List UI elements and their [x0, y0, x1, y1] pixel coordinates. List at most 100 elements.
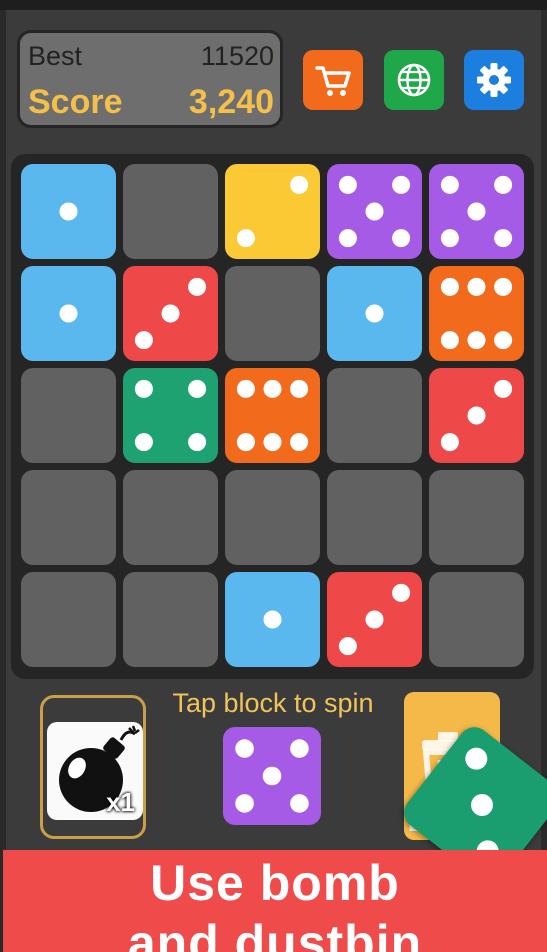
score-panel: Best 11520 Score 3,240 — [17, 30, 283, 128]
die-pip — [59, 304, 78, 323]
empty-cell[interactable] — [21, 368, 116, 463]
die-pip — [365, 304, 384, 323]
die-pip — [467, 277, 486, 296]
die-cell[interactable] — [21, 164, 116, 259]
settings-button[interactable] — [464, 50, 524, 110]
empty-cell[interactable] — [225, 470, 320, 565]
language-button[interactable] — [384, 50, 444, 110]
status-strip — [0, 0, 547, 10]
die-face — [327, 164, 422, 259]
die-pip — [290, 794, 309, 813]
die-pip — [134, 331, 153, 350]
die-face — [327, 266, 422, 361]
die-pip — [494, 331, 513, 350]
die-face — [123, 266, 218, 361]
next-die[interactable] — [223, 727, 321, 825]
empty-cell[interactable] — [123, 470, 218, 565]
die-pip — [290, 739, 309, 758]
die-cell[interactable] — [327, 266, 422, 361]
die-pip — [338, 637, 357, 656]
die-cell[interactable] — [429, 368, 524, 463]
die-pip — [440, 229, 459, 248]
die-pip — [263, 610, 282, 629]
die-pip — [392, 175, 411, 194]
gear-icon — [477, 63, 511, 97]
die-face — [123, 368, 218, 463]
score-value: 3,240 — [188, 83, 274, 121]
score-label: Score — [28, 83, 123, 121]
empty-cell[interactable] — [123, 164, 218, 259]
die-face — [21, 266, 116, 361]
empty-cell[interactable] — [21, 572, 116, 667]
best-label: Best — [28, 41, 83, 71]
empty-cell[interactable] — [123, 572, 218, 667]
die-pip — [494, 277, 513, 296]
promo-banner: Use bomb and dustbin — [3, 850, 547, 952]
die-pip — [440, 277, 459, 296]
die-cell[interactable] — [225, 572, 320, 667]
empty-cell[interactable] — [327, 470, 422, 565]
die-pip — [392, 229, 411, 248]
die-pip — [494, 175, 513, 194]
bomb-powerup[interactable]: x1 — [40, 695, 146, 839]
die-pip — [365, 610, 384, 629]
game-board — [11, 154, 534, 679]
die-pip — [59, 202, 78, 221]
banner-line-2: and dustbin — [127, 915, 423, 952]
die-cell[interactable] — [327, 164, 422, 259]
die-pip — [290, 379, 309, 398]
die-pip — [494, 229, 513, 248]
die-pip — [467, 202, 486, 221]
die-pip — [290, 175, 309, 194]
die-cell[interactable] — [225, 368, 320, 463]
globe-icon — [397, 63, 431, 97]
die-cell[interactable] — [327, 572, 422, 667]
die-cell[interactable] — [429, 164, 524, 259]
die-pip — [188, 433, 207, 452]
empty-cell[interactable] — [21, 470, 116, 565]
die-cell[interactable] — [123, 266, 218, 361]
die-body — [123, 368, 218, 463]
die-pip — [467, 406, 486, 425]
die-face — [327, 572, 422, 667]
die-face — [429, 164, 524, 259]
die-pip — [134, 379, 153, 398]
die-pip — [235, 794, 254, 813]
die-pip — [263, 433, 282, 452]
floating-die-pip — [460, 743, 492, 775]
die-face — [225, 164, 320, 259]
left-edge — [0, 10, 6, 952]
die-pip — [236, 379, 255, 398]
die-pip — [365, 202, 384, 221]
die-pip — [188, 379, 207, 398]
die-face — [21, 164, 116, 259]
die-pip — [494, 379, 513, 398]
die-body — [225, 164, 320, 259]
die-cell[interactable] — [225, 164, 320, 259]
die-cell[interactable] — [429, 266, 524, 361]
die-pip — [134, 433, 153, 452]
floating-die-pip — [466, 789, 498, 821]
best-value: 11520 — [200, 41, 274, 71]
die-pip — [161, 304, 180, 323]
die-cell[interactable] — [21, 266, 116, 361]
die-pip — [392, 583, 411, 602]
die-pip — [262, 766, 282, 786]
die-pip — [290, 433, 309, 452]
bomb-count: x1 — [106, 787, 135, 817]
empty-cell[interactable] — [225, 266, 320, 361]
die-pip — [188, 277, 207, 296]
shop-button[interactable] — [303, 50, 363, 110]
die-cell[interactable] — [123, 368, 218, 463]
empty-cell[interactable] — [429, 470, 524, 565]
banner-line-1: Use bomb — [150, 855, 400, 911]
die-pip — [338, 175, 357, 194]
die-face — [429, 368, 524, 463]
empty-cell[interactable] — [429, 572, 524, 667]
die-face — [429, 266, 524, 361]
empty-cell[interactable] — [327, 368, 422, 463]
die-pip — [440, 433, 459, 452]
die-pip — [235, 739, 254, 758]
die-pip — [440, 331, 459, 350]
die-pip — [236, 433, 255, 452]
